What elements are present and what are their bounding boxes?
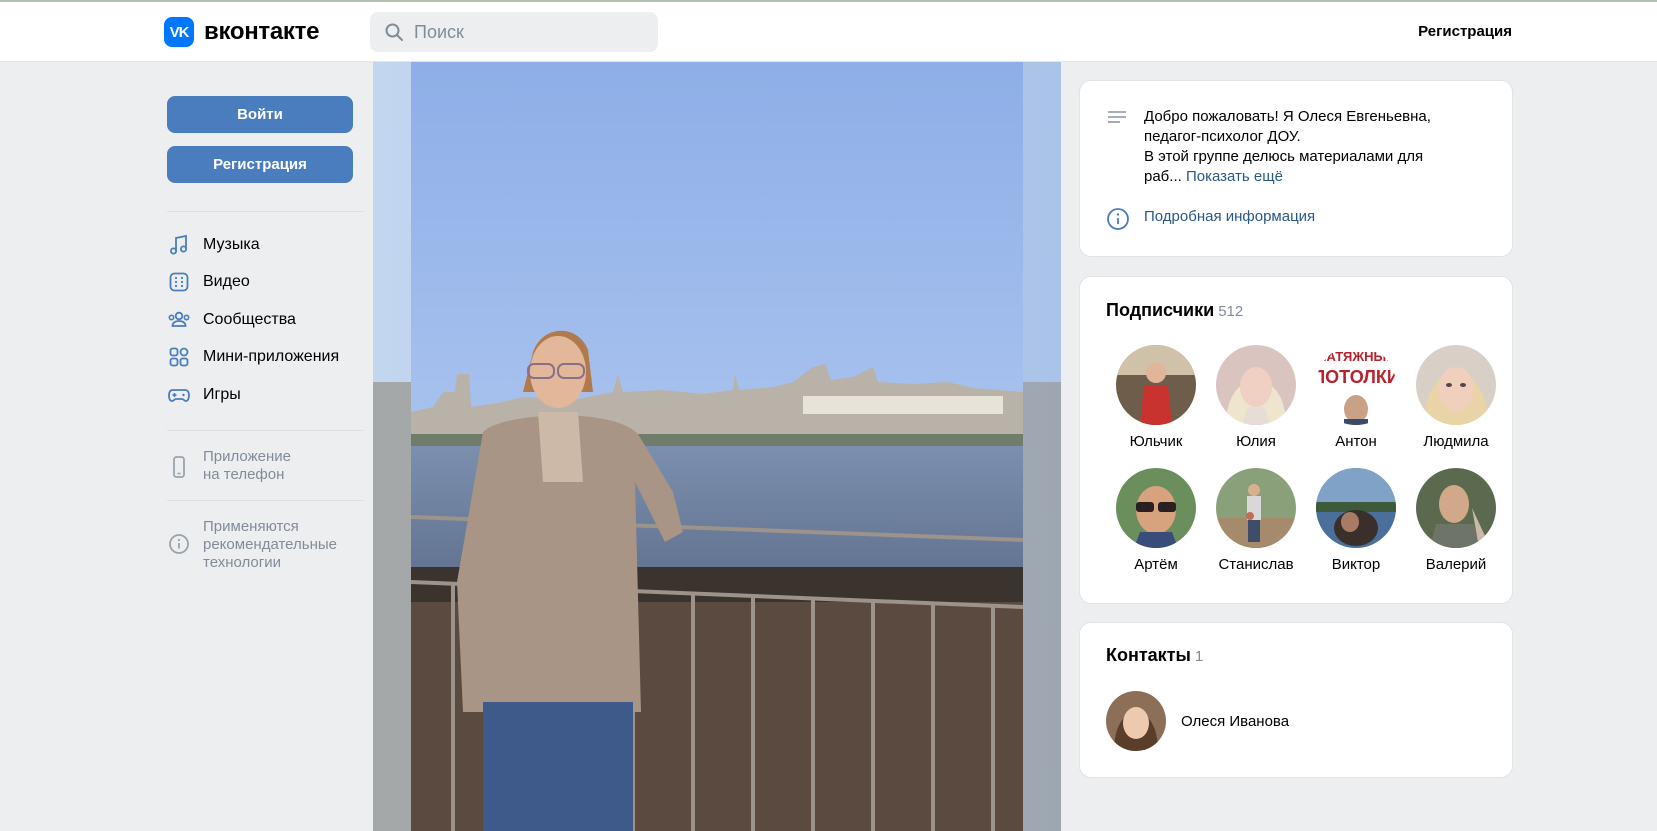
subscriber-name: Валерий (1425, 556, 1487, 573)
avatar (1416, 345, 1496, 425)
cover-photo[interactable] (373, 62, 1061, 831)
subscriber-item[interactable]: Людмила (1406, 345, 1506, 450)
register-button[interactable]: Регистрация (167, 146, 353, 183)
contact-item[interactable]: Олеся Иванова (1106, 691, 1289, 751)
avatar-text: ПОТОЛКИ (1316, 367, 1396, 387)
subscriber-item[interactable]: Артём (1106, 468, 1206, 573)
subscriber-item[interactable]: Юлия (1206, 345, 1306, 450)
subscribers-title: Подписчики (1106, 300, 1215, 320)
sidebar-item-recommendations[interactable]: Применяются рекомендательные технологии (167, 518, 363, 572)
description-icon (1108, 111, 1126, 123)
subscriber-name: Станислав (1218, 556, 1294, 573)
sidebar-divider (167, 211, 363, 212)
details-link[interactable]: Подробная информация (1144, 207, 1464, 227)
subscriber-item[interactable]: Станислав (1206, 468, 1306, 573)
subscriber-name: Артём (1134, 556, 1178, 573)
music-icon (167, 233, 191, 257)
sidebar-divider (167, 429, 363, 431)
subscriber-item[interactable]: Валерий (1406, 468, 1506, 573)
avatar-text: НАТЯЖНЫЕ (1317, 349, 1395, 364)
vk-logo-text: вконтакте (204, 18, 320, 45)
sidebar-item-games[interactable]: Игры (167, 376, 363, 414)
avatar (1216, 468, 1296, 548)
show-more-link[interactable]: Показать ещё (1186, 168, 1283, 185)
sidebar-item-music[interactable]: Музыка (167, 226, 363, 264)
avatar (1316, 468, 1396, 548)
avatar (1416, 468, 1496, 548)
avatar (1116, 345, 1196, 425)
sidebar-item-communities[interactable]: Сообщества (167, 301, 363, 339)
sidebar-divider (167, 499, 363, 501)
avatar (1116, 468, 1196, 548)
phone-icon (167, 455, 191, 479)
games-icon (167, 383, 191, 407)
mini-apps-icon (167, 345, 191, 369)
recommendations-label: Применяются рекомендательные технологии (203, 517, 337, 571)
sidebar-item-mini-apps[interactable]: Мини-приложения (167, 339, 363, 377)
subscriber-name: Антон (1335, 433, 1377, 450)
description-row: Добро пожаловать! Я Олеся Евгеньевна, пе… (1106, 107, 1464, 187)
contact-name: Олеся Иванова (1181, 712, 1290, 730)
avatar: НАТЯЖНЫЕ ПОТОЛКИ (1316, 345, 1396, 425)
search-icon (385, 23, 403, 41)
avatar (1106, 691, 1166, 751)
subscriber-name: Людмила (1423, 433, 1489, 450)
about-card: Добро пожаловать! Я Олеся Евгеньевна, пе… (1079, 80, 1513, 257)
subscriber-name: Юлия (1236, 433, 1276, 450)
communities-icon (167, 308, 191, 332)
subscribers-card: Подписчики 512 Юльчик Юлия НАТЯЖНЫЕ ПОТОЛК… (1079, 276, 1513, 604)
contacts-count: 1 (1194, 648, 1204, 665)
vk-logo[interactable]: VK вконтакте (164, 17, 319, 47)
subscriber-item[interactable]: Юльчик (1106, 345, 1206, 450)
mobile-app-label: Приложение на телефон (203, 447, 291, 483)
contacts-header[interactable]: Контакты 1 (1106, 645, 1203, 666)
sidebar-item-label: Мини-приложения (203, 348, 340, 366)
contacts-title: Контакты (1106, 645, 1191, 665)
cover-photo-image (373, 62, 1061, 831)
description-text: Добро пожаловать! Я Олеся Евгеньевна, пе… (1144, 108, 1431, 185)
sidebar-item-video[interactable]: Видео (167, 264, 363, 302)
sidebar-item-label: Сообщества (203, 310, 296, 328)
info-icon (167, 532, 191, 556)
sidebar-item-mobile-app[interactable]: Приложение на телефон (167, 448, 363, 484)
sidebar-item-label: Видео (203, 273, 250, 291)
site-header: VK вконтакте Регистрация (0, 2, 1657, 62)
search-input[interactable] (414, 21, 634, 43)
contacts-card: Контакты 1 Олеся Иванова (1079, 622, 1513, 778)
subscribers-grid: Юльчик Юлия НАТЯЖНЫЕ ПОТОЛКИ Антон Людмил… (1106, 345, 1496, 573)
subscribers-header[interactable]: Подписчики 512 (1106, 300, 1243, 321)
subscriber-item[interactable]: Виктор (1306, 468, 1406, 573)
sidebar-item-label: Игры (203, 385, 241, 403)
vk-logo-mark: VK (164, 17, 194, 47)
subscriber-name: Виктор (1331, 556, 1381, 573)
avatar (1216, 345, 1296, 425)
details-row[interactable]: Подробная информация (1106, 207, 1464, 231)
sidebar-menu: Музыка Видео Сообщества Мини-приложения … (167, 226, 363, 414)
left-sidebar: Войти Регистрация Музыка Видео Сообществ… (167, 96, 363, 572)
subscriber-item[interactable]: НАТЯЖНЫЕ ПОТОЛКИ Антон (1306, 345, 1406, 450)
login-button[interactable]: Войти (167, 96, 353, 133)
header-register-link[interactable]: Регистрация (1418, 23, 1512, 40)
search-box[interactable] (370, 12, 658, 52)
info-icon (1107, 208, 1129, 230)
subscriber-name: Юльчик (1129, 433, 1183, 450)
sidebar-item-label: Музыка (203, 235, 260, 253)
video-icon (167, 270, 191, 294)
subscribers-count: 512 (1218, 303, 1244, 320)
